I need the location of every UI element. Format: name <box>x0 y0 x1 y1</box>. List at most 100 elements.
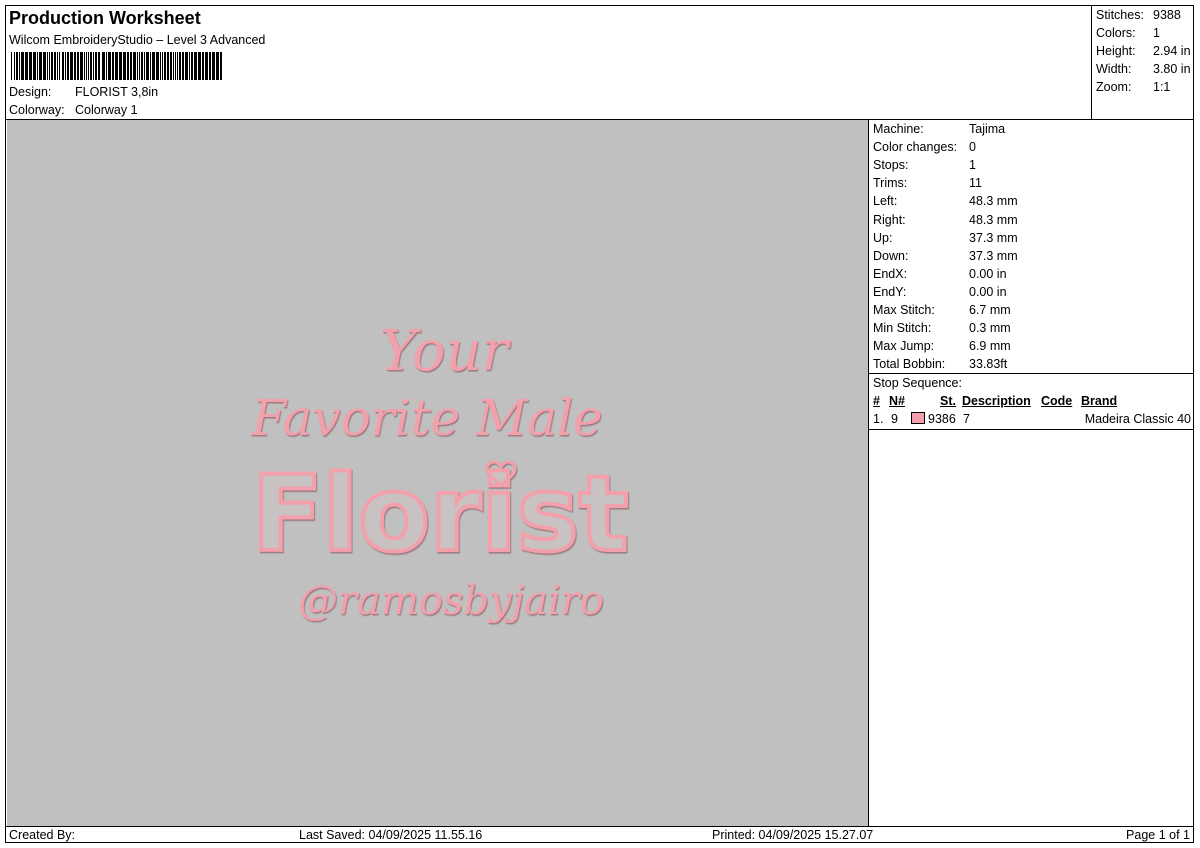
machine-info-value: 6.9 mm <box>969 339 1011 354</box>
machine-info-row: Right: 48.3 mm <box>873 213 1018 227</box>
colorway-row: Colorway: Colorway 1 <box>9 103 138 117</box>
row-stitches: 9386 <box>928 412 956 426</box>
barcode-bar <box>88 52 89 80</box>
barcode-bar <box>137 52 138 80</box>
barcode-bar <box>62 52 64 80</box>
page-number: Page 1 of 1 <box>1126 828 1190 842</box>
embroidery-design: Your Favorite Male Florist @ramosbyjairo <box>250 319 631 624</box>
barcode-bar <box>21 52 24 80</box>
row-brand: Madeira Classic 40 <box>1084 412 1191 426</box>
width-row: Width: 3.80 in <box>1096 62 1191 76</box>
barcode-bar <box>59 52 60 80</box>
barcode-bar <box>162 52 163 80</box>
worksheet-header: Production Worksheet Wilcom EmbroiderySt… <box>6 6 1091 120</box>
barcode-bar <box>11 52 12 80</box>
divider <box>869 429 1193 430</box>
barcode-bar <box>74 52 76 80</box>
machine-info-row: Up: 37.3 mm <box>873 231 1018 245</box>
barcode-bar <box>179 52 181 80</box>
barcode-bar <box>130 52 132 80</box>
machine-info-label: EndY: <box>873 284 907 299</box>
machine-info-label: Max Jump: <box>873 339 935 354</box>
col-hash: # <box>873 394 880 408</box>
printed-date: Printed: 04/09/2025 15.27.07 <box>712 828 874 842</box>
barcode-bar <box>51 52 53 80</box>
machine-info-label: EndX: <box>873 266 908 281</box>
barcode-bar <box>173 52 174 80</box>
machine-info-row: Machine: Tajima <box>873 122 1005 136</box>
colorway-label: Colorway: <box>9 103 65 117</box>
machine-info-value: 33.83ft <box>969 357 1008 372</box>
barcode-bar <box>115 52 118 80</box>
barcode-bar <box>167 52 169 80</box>
stop-sequence-title: Stop Sequence: <box>873 376 962 390</box>
barcode-bar <box>108 52 111 80</box>
barcode-bar <box>152 52 155 80</box>
barcode-bar <box>102 52 105 80</box>
barcode-bar <box>29 52 32 80</box>
machine-info-row: Max Jump: 6.9 mm <box>873 339 1011 353</box>
barcode-bar <box>205 52 208 80</box>
barcode-bar <box>220 52 222 80</box>
width-value: 3.80 in <box>1153 62 1191 76</box>
machine-info-row: Trims: 11 <box>873 176 982 190</box>
height-label: Height: <box>1096 44 1136 58</box>
barcode-bar <box>93 52 94 80</box>
machine-info-value: Tajima <box>969 122 1006 136</box>
barcode-bar <box>139 52 140 80</box>
machine-info-value: 0 <box>969 140 976 155</box>
color-swatch <box>911 412 925 424</box>
design-preview: Your Favorite Male Florist @ramosbyjairo <box>7 120 869 826</box>
barcode-bar <box>25 52 28 80</box>
row-index: 1. <box>873 412 884 426</box>
col-description: Description <box>962 394 1031 408</box>
machine-info-panel: Machine: Tajima Color changes: 0 Stops: 1 Trim… <box>869 120 1193 826</box>
barcode-bar <box>70 52 73 80</box>
machine-info-value: 11 <box>969 176 982 191</box>
colors-label: Colors: <box>1096 26 1136 40</box>
software-name: Wilcom EmbroideryStudio – Level 3 Advanc… <box>9 33 266 47</box>
height-row: Height: 2.94 in <box>1096 44 1191 58</box>
barcode-bar <box>65 52 66 80</box>
barcode-bar <box>57 52 58 80</box>
barcode-bar <box>86 52 87 80</box>
barcode-bar <box>144 52 145 80</box>
machine-info-label: Color changes: <box>873 140 958 155</box>
barcode-bar <box>112 52 114 80</box>
page-title: Production Worksheet <box>9 8 201 28</box>
barcode-bar <box>119 52 122 80</box>
barcode-bar <box>54 52 56 80</box>
barcode-bar <box>146 52 149 80</box>
design-value: FLORIST 3,8in <box>75 85 159 99</box>
barcode-bar <box>160 52 161 80</box>
barcode-bar <box>67 52 69 80</box>
barcode-bar <box>191 52 193 80</box>
barcode-bar <box>216 52 219 80</box>
machine-info-label: Stops: <box>873 158 909 173</box>
barcode-bar <box>84 52 85 80</box>
divider <box>869 373 1193 374</box>
created-by: Created By: <box>9 828 76 842</box>
design-label: Design: <box>9 85 52 99</box>
design-text-your: Your <box>380 319 512 384</box>
colorway-value: Colorway 1 <box>75 103 138 117</box>
machine-info-row: Down: 37.3 mm <box>873 249 1018 263</box>
machine-info-row: Color changes: 0 <box>873 140 976 154</box>
worksheet-frame: Production Worksheet Wilcom EmbroiderySt… <box>5 5 1194 843</box>
barcode-bar <box>123 52 126 80</box>
barcode-bar <box>164 52 166 80</box>
machine-info-label: Trims: <box>873 176 908 191</box>
barcode-bar <box>98 52 100 80</box>
zoom-row: Zoom: 1:1 <box>1096 80 1170 94</box>
height-value: 2.94 in <box>1153 44 1191 58</box>
barcode-bar <box>189 52 190 80</box>
row-code: 7 <box>963 412 970 426</box>
machine-info-row: EndX: 0.00 in <box>873 267 1007 281</box>
design-stats-box: Stitches: 9388 Colors: 1 Height: 2.94 in Wi… <box>1091 6 1194 120</box>
machine-info-label: Left: <box>873 194 898 209</box>
barcode-bar <box>106 52 107 80</box>
zoom-label: Zoom: <box>1096 80 1132 94</box>
barcode-bar <box>77 52 79 80</box>
machine-info-value: 1 <box>969 158 976 173</box>
barcode-bar <box>14 52 15 80</box>
